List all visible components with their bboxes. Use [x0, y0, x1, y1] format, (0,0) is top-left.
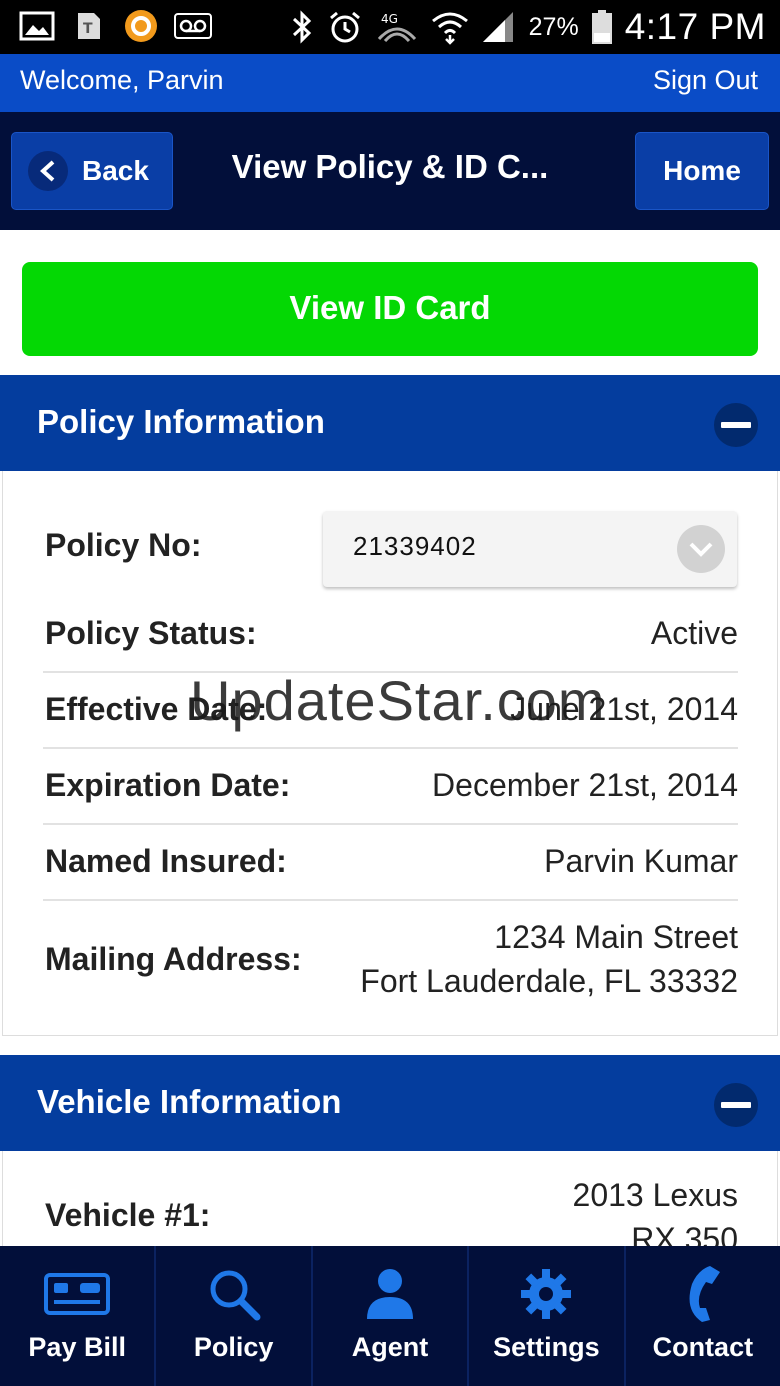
- address-line-2: Fort Lauderdale, FL 33332: [360, 963, 738, 999]
- policy-status-row: Policy Status: Active: [43, 601, 738, 673]
- tab-label: Pay Bill: [28, 1332, 126, 1362]
- clock: 4:17 PM: [624, 6, 766, 47]
- chevron-down-icon: [677, 525, 725, 573]
- section-title: Vehicle Information: [37, 1083, 342, 1120]
- back-button-label: Back: [82, 155, 149, 186]
- back-button[interactable]: Back: [11, 132, 173, 210]
- tab-policy[interactable]: Policy: [156, 1246, 313, 1386]
- svg-text:4G: 4G: [381, 12, 398, 26]
- vehicle-1-line-1: 2013 Lexus: [572, 1177, 738, 1213]
- vehicle-1-row: Vehicle #1: 2013 Lexus RX 350: [43, 1151, 738, 1246]
- tab-agent[interactable]: Agent: [313, 1246, 470, 1386]
- svg-text:T: T: [83, 21, 93, 37]
- tab-pay-bill[interactable]: Pay Bill: [0, 1246, 157, 1386]
- credit-card-icon: [0, 1266, 154, 1322]
- expiration-date-value: December 21st, 2014: [432, 767, 738, 803]
- mailing-address-label: Mailing Address:: [45, 941, 302, 977]
- expiration-date-row: Expiration Date: December 21st, 2014: [43, 749, 738, 825]
- signal-icon: [482, 12, 513, 42]
- named-insured-value: Parvin Kumar: [544, 843, 738, 879]
- collapse-policy-button[interactable]: [714, 403, 758, 447]
- named-insured-label: Named Insured:: [45, 843, 287, 879]
- main-content[interactable]: View ID Card Policy Information Policy N…: [0, 230, 780, 1246]
- expiration-date-label: Expiration Date:: [45, 767, 291, 803]
- person-icon: [313, 1266, 467, 1322]
- policy-panel: Policy No: 21339402 Policy Status: Activ…: [2, 471, 778, 1036]
- policy-status-label: Policy Status:: [45, 615, 257, 651]
- notification-icons: T: [18, 9, 212, 43]
- gear-icon: [469, 1266, 623, 1322]
- vehicle-1-label: Vehicle #1:: [45, 1197, 211, 1233]
- policy-no-label: Policy No:: [45, 527, 202, 563]
- phone-icon: [626, 1266, 780, 1322]
- watermark: UpdateStar.com: [190, 669, 606, 732]
- chevron-left-icon: [28, 151, 68, 191]
- bottom-tab-bar: Pay Bill Policy Agent Settings Contact: [0, 1246, 780, 1386]
- system-status: 4G 27% 4:17 PM: [289, 6, 766, 48]
- vehicle-panel: Vehicle #1: 2013 Lexus RX 350: [2, 1151, 778, 1246]
- minus-icon: [721, 1102, 751, 1108]
- tab-settings[interactable]: Settings: [469, 1246, 626, 1386]
- mailing-address-row: Mailing Address: 1234 Main Street Fort L…: [43, 901, 738, 1031]
- battery-icon: [591, 10, 612, 44]
- section-title: Policy Information: [37, 403, 325, 440]
- policy-section-header[interactable]: Policy Information: [0, 375, 780, 471]
- tab-contact[interactable]: Contact: [626, 1246, 780, 1386]
- tab-label: Policy: [193, 1332, 274, 1362]
- sign-out-link[interactable]: Sign Out: [653, 65, 758, 96]
- battery-percent: 27%: [528, 12, 579, 41]
- tab-label: Agent: [351, 1332, 429, 1362]
- 4g-icon: 4G: [377, 12, 416, 43]
- app-circle-icon: [122, 9, 160, 43]
- vehicle-section-header[interactable]: Vehicle Information: [0, 1055, 780, 1151]
- bluetooth-icon: [292, 10, 311, 44]
- view-id-card-button[interactable]: View ID Card: [22, 262, 758, 356]
- policy-no-select[interactable]: 21339402: [323, 511, 737, 587]
- policy-status-value: Active: [650, 615, 738, 651]
- named-insured-row: Named Insured: Parvin Kumar: [43, 825, 738, 901]
- minus-icon: [721, 422, 751, 428]
- search-icon: [156, 1266, 310, 1322]
- wifi-icon: [431, 12, 468, 45]
- vehicle-1-value: 2013 Lexus RX 350: [573, 1173, 738, 1246]
- tab-label: Contact: [652, 1332, 754, 1362]
- welcome-bar: Welcome, Parvin Sign Out: [0, 54, 780, 112]
- home-button[interactable]: Home: [635, 132, 769, 210]
- alarm-icon: [329, 11, 360, 43]
- status-bar: T 4G 27% 4:17 PM: [0, 0, 780, 54]
- address-line-1: 1234 Main Street: [494, 919, 738, 955]
- page-title: View Policy & ID C...: [231, 148, 549, 185]
- tmobile-app-icon: T: [70, 9, 108, 43]
- nav-bar: Back View Policy & ID C... Home: [0, 112, 780, 230]
- tab-label: Settings: [493, 1332, 600, 1362]
- collapse-vehicle-button[interactable]: [714, 1083, 758, 1127]
- mailing-address-value: 1234 Main Street Fort Lauderdale, FL 333…: [360, 915, 738, 1003]
- welcome-text: Welcome, Parvin: [20, 65, 224, 95]
- policy-no-value: 21339402: [353, 531, 477, 561]
- gallery-icon: [18, 9, 56, 43]
- voicemail-icon: [174, 9, 212, 43]
- vehicle-1-line-2: RX 350: [631, 1221, 738, 1246]
